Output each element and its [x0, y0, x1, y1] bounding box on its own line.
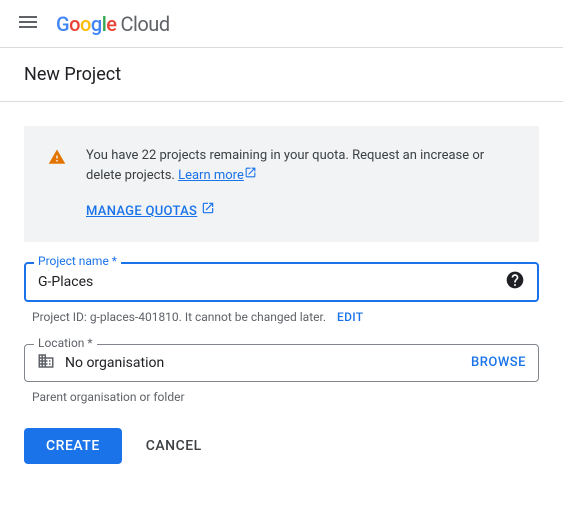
google-cloud-logo[interactable]: Google Cloud: [56, 12, 170, 36]
project-id-value: g-places-401810: [90, 310, 179, 324]
location-value: No organisation: [65, 355, 471, 371]
location-helper: Parent organisation or folder: [32, 390, 539, 404]
project-name-label: Project name *: [34, 254, 121, 268]
organisation-icon: [37, 352, 55, 374]
project-name-field: Project name *: [24, 262, 539, 302]
app-header: Google Cloud: [0, 0, 563, 48]
external-link-icon: [201, 201, 215, 222]
browse-button[interactable]: BROWSE: [471, 355, 526, 370]
quota-info-box: You have 22 projects remaining in your q…: [24, 126, 539, 242]
edit-project-id-link[interactable]: EDIT: [337, 310, 363, 324]
manage-quotas-link[interactable]: MANAGE QUOTAS: [86, 201, 215, 222]
content: You have 22 projects remaining in your q…: [0, 102, 563, 488]
menu-icon[interactable]: [16, 10, 40, 38]
help-icon[interactable]: [505, 270, 525, 294]
page-title: New Project: [24, 64, 539, 85]
location-field: Location * No organisation BROWSE: [24, 344, 539, 382]
location-input-wrap[interactable]: No organisation BROWSE: [24, 344, 539, 382]
external-link-icon: [244, 166, 257, 186]
project-name-input[interactable]: [38, 274, 505, 290]
quota-info-text: You have 22 projects remaining in your q…: [86, 146, 519, 222]
cancel-button[interactable]: CANCEL: [130, 428, 218, 464]
warning-icon: [48, 148, 66, 222]
quota-message: You have 22 projects remaining in your q…: [86, 148, 484, 183]
project-id-hint: Project ID: g-places-401810. It cannot b…: [32, 310, 539, 324]
project-name-input-wrap[interactable]: [24, 262, 539, 302]
logo-cloud-text: Cloud: [121, 12, 170, 36]
action-buttons: CREATE CANCEL: [24, 428, 539, 464]
title-bar: New Project: [0, 48, 563, 102]
location-label: Location *: [34, 336, 97, 350]
create-button[interactable]: CREATE: [24, 428, 122, 464]
learn-more-link[interactable]: Learn more: [178, 168, 257, 183]
